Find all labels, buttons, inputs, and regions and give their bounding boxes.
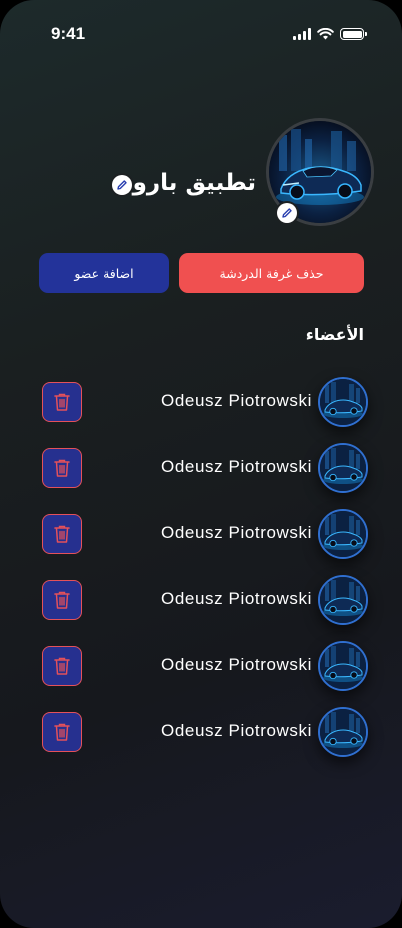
- trash-icon: [54, 393, 70, 411]
- phone-screen: 9:41 تطبيق بارون حذف غرفة الدردشة اضافة …: [0, 0, 402, 928]
- car-image: [320, 643, 366, 689]
- member-row: Odeusz Piotrowski: [0, 641, 402, 691]
- trash-icon: [54, 723, 70, 741]
- member-name: Odeusz Piotrowski: [161, 721, 312, 740]
- edit-name-button[interactable]: [112, 175, 132, 195]
- trash-icon: [54, 591, 70, 609]
- remove-member-button[interactable]: [42, 448, 82, 488]
- group-name: تطبيق بارون: [113, 170, 256, 196]
- car-image: [320, 511, 366, 557]
- member-row: Odeusz Piotrowski: [0, 377, 402, 427]
- member-row: Odeusz Piotrowski: [0, 509, 402, 559]
- pencil-icon: [282, 208, 292, 218]
- member-avatar[interactable]: [318, 377, 368, 427]
- edit-avatar-button[interactable]: [277, 203, 297, 223]
- member-row: Odeusz Piotrowski: [0, 575, 402, 625]
- battery-icon: [340, 28, 367, 40]
- remove-member-button[interactable]: [42, 580, 82, 620]
- trash-icon: [54, 657, 70, 675]
- status-icons: [293, 28, 367, 40]
- member-avatar[interactable]: [318, 641, 368, 691]
- car-image: [320, 445, 366, 491]
- member-name: Odeusz Piotrowski: [161, 391, 312, 410]
- car-image: [320, 379, 366, 425]
- member-avatar[interactable]: [318, 707, 368, 757]
- pencil-icon: [117, 180, 127, 190]
- car-image: [320, 577, 366, 623]
- remove-member-button[interactable]: [42, 646, 82, 686]
- status-bar: 9:41: [0, 0, 402, 60]
- member-avatar[interactable]: [318, 575, 368, 625]
- cellular-signal-icon: [293, 28, 311, 40]
- member-avatar[interactable]: [318, 443, 368, 493]
- car-image: [320, 709, 366, 755]
- remove-member-button[interactable]: [42, 382, 82, 422]
- member-row: Odeusz Piotrowski: [0, 707, 402, 757]
- trash-icon: [54, 525, 70, 543]
- member-avatar[interactable]: [318, 509, 368, 559]
- wifi-icon: [317, 28, 334, 40]
- delete-chat-room-button[interactable]: حذف غرفة الدردشة: [179, 253, 364, 293]
- member-name: Odeusz Piotrowski: [161, 589, 312, 608]
- remove-member-button[interactable]: [42, 514, 82, 554]
- member-name: Odeusz Piotrowski: [161, 523, 312, 542]
- members-section-title: الأعضاء: [305, 325, 364, 344]
- trash-icon: [54, 459, 70, 477]
- remove-member-button[interactable]: [42, 712, 82, 752]
- member-name: Odeusz Piotrowski: [161, 655, 312, 674]
- status-time: 9:41: [51, 24, 86, 43]
- add-member-button[interactable]: اضافة عضو: [39, 253, 169, 293]
- member-row: Odeusz Piotrowski: [0, 443, 402, 493]
- home-indicator: [134, 914, 268, 919]
- member-name: Odeusz Piotrowski: [161, 457, 312, 476]
